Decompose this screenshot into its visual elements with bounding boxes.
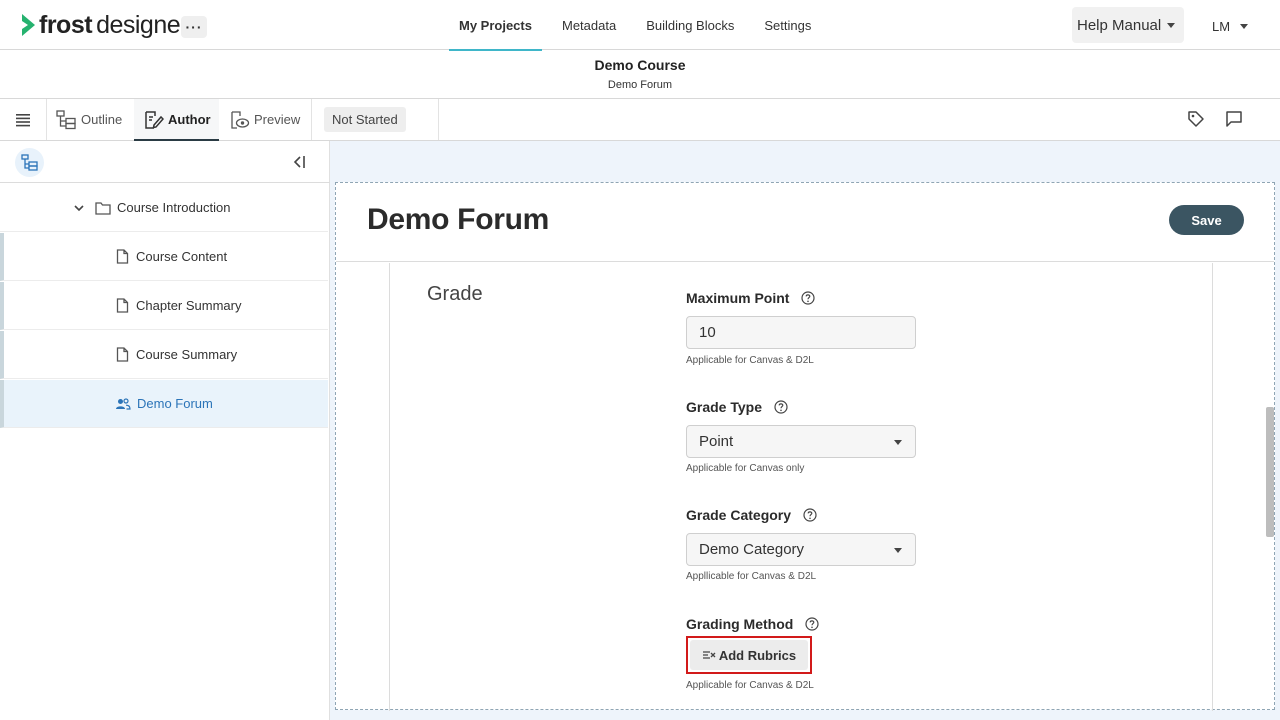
help-circle-icon[interactable] (801, 291, 816, 305)
document-icon (116, 347, 129, 362)
tree-item-label: Course Summary (136, 347, 238, 362)
collapse-sidebar-icon[interactable] (290, 153, 308, 171)
outline-sidebar: Course Introduction Course Content Chapt… (0, 141, 330, 720)
grade-category-label: Grade Category (686, 507, 817, 523)
folder-icon (95, 201, 111, 215)
tree-item-label: Chapter Summary (136, 298, 242, 313)
course-header: Demo Course Demo Forum (0, 50, 1280, 99)
toolbar-divider (438, 99, 439, 140)
outline-view-button[interactable] (15, 148, 44, 177)
editor-scrollbar[interactable] (1266, 407, 1274, 537)
tab-outline[interactable]: Outline (56, 99, 134, 140)
logo-chevron-icon (22, 14, 35, 36)
field-label-text: Grading Method (686, 616, 794, 632)
grading-method-label: Grading Method (686, 616, 819, 632)
menu-toggle-button[interactable] (0, 99, 47, 140)
sidebar-header (0, 141, 330, 183)
chevron-down-icon (1167, 22, 1176, 28)
brand-bold-text: frost (39, 10, 93, 39)
field-label-text: Maximum Point (686, 290, 790, 306)
top-navbar: frost designer ··· My Projects Metadata … (0, 0, 1280, 51)
brand-light-text: designer (96, 10, 188, 39)
help-circle-icon[interactable] (774, 400, 788, 414)
maximum-point-help: Applicable for Canvas & D2L (686, 355, 814, 366)
chevron-down-icon (894, 440, 902, 445)
field-label-text: Grade Category (686, 507, 792, 523)
tree-item-course-summary[interactable]: Course Summary (0, 331, 328, 379)
grade-category-select[interactable]: Demo Category (686, 533, 916, 566)
chevron-down-icon[interactable] (73, 202, 85, 214)
toolbar-divider (311, 99, 312, 140)
editor-area: Demo Forum Save Grade Maximum Point 10 A… (330, 141, 1280, 720)
tab-outline-label: Outline (81, 112, 123, 127)
tree-item-label: Demo Forum (137, 396, 213, 411)
tag-icon[interactable] (1187, 110, 1205, 128)
grade-type-value: Point (699, 433, 734, 450)
main-nav: My Projects Metadata Building Blocks Set… (449, 0, 831, 51)
grade-panel: Grade Maximum Point 10 Applicable for Ca… (389, 263, 1213, 711)
maximum-point-label: Maximum Point (686, 290, 816, 306)
tree-item-demo-forum[interactable]: Demo Forum (0, 380, 328, 428)
document-icon (116, 298, 129, 313)
frost-designer-logo[interactable]: frost designer (20, 10, 188, 40)
grade-type-help: Applicable for Canvas only (686, 463, 805, 474)
grade-category-value: Demo Category (699, 541, 805, 558)
add-rubrics-button[interactable]: Add Rubrics (686, 636, 812, 674)
status-badge[interactable]: Not Started (324, 107, 406, 132)
people-icon (116, 397, 131, 410)
grade-type-label: Grade Type (686, 399, 788, 415)
editor-header: Demo Forum Save (336, 183, 1274, 262)
grade-category-help: Appllicable for Canvas & D2L (686, 571, 817, 582)
add-rubrics-button-face[interactable]: Add Rubrics (690, 640, 808, 670)
save-button[interactable]: Save (1169, 205, 1244, 235)
more-options-button[interactable]: ··· (181, 16, 207, 38)
nav-building-blocks[interactable]: Building Blocks (636, 0, 744, 50)
page-title: Demo Forum (367, 203, 550, 236)
tab-author-label: Author (168, 112, 211, 127)
outline-tree-icon (56, 109, 76, 129)
course-subtitle: Demo Forum (607, 79, 673, 91)
rubric-list-icon (702, 651, 716, 659)
help-manual-label: Help Manual (1077, 16, 1162, 34)
course-title: Demo Course (594, 57, 686, 73)
tree-item-chapter-summary[interactable]: Chapter Summary (0, 282, 328, 330)
user-menu[interactable]: LM (1212, 16, 1249, 36)
edit-document-icon (145, 110, 164, 129)
help-circle-icon[interactable] (803, 508, 817, 522)
maximum-point-value: 10 (699, 324, 716, 341)
preview-eye-icon (231, 110, 250, 129)
tree-item-label: Course Content (136, 249, 228, 264)
author-toolbar: Outline Author Preview Not Started (0, 99, 1280, 141)
add-rubrics-label: Add Rubrics (718, 647, 797, 663)
outline-tree-icon (20, 153, 38, 171)
tab-author[interactable]: Author (134, 99, 219, 141)
tree-item-course-content[interactable]: Course Content (0, 233, 328, 281)
nav-settings[interactable]: Settings (754, 0, 821, 50)
grade-type-select[interactable]: Point (686, 425, 916, 458)
section-title: Grade (427, 283, 483, 305)
field-label-text: Grade Type (686, 399, 762, 415)
comment-icon[interactable] (1225, 110, 1243, 128)
help-circle-icon[interactable] (805, 617, 819, 631)
nav-my-projects[interactable]: My Projects (449, 0, 542, 51)
help-manual-dropdown[interactable]: Help Manual (1072, 7, 1184, 43)
tree-folder-course-introduction[interactable]: Course Introduction (0, 184, 328, 232)
document-icon (116, 249, 129, 264)
maximum-point-input[interactable]: 10 (686, 316, 916, 349)
tree-item-label: Course Introduction (117, 200, 231, 215)
tab-preview[interactable]: Preview (229, 99, 311, 140)
hamburger-icon (16, 113, 30, 126)
user-initials: LM (1212, 18, 1231, 34)
nav-metadata[interactable]: Metadata (552, 0, 626, 50)
forum-editor: Demo Forum Save Grade Maximum Point 10 A… (335, 182, 1275, 711)
chevron-down-icon (1240, 23, 1249, 29)
chevron-down-icon (894, 548, 902, 553)
tab-preview-label: Preview (254, 112, 301, 127)
grading-method-help: Applicable for Canvas & D2L (686, 680, 814, 691)
